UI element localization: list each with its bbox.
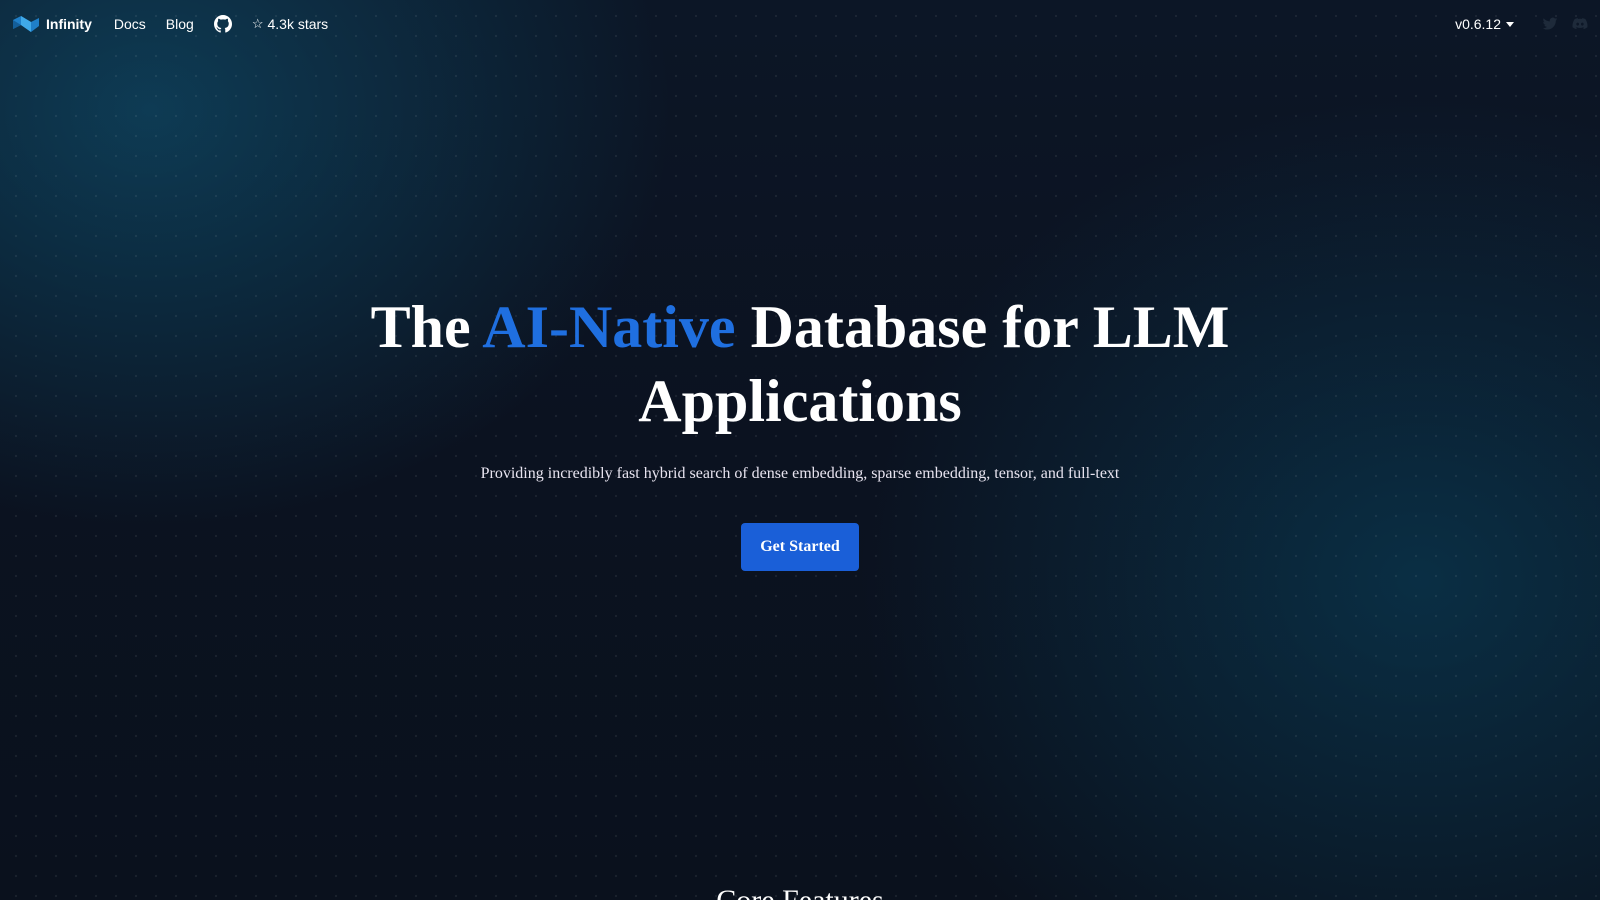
hero-title-accent: AI-Native [482, 294, 736, 360]
navbar: Infinity Docs Blog ☆ 4.3k stars v0.6.12 [0, 0, 1600, 48]
nav-link-blog[interactable]: Blog [166, 16, 194, 32]
version-dropdown[interactable]: v0.6.12 [1455, 16, 1514, 32]
chevron-down-icon [1506, 21, 1514, 27]
brand-name: Infinity [46, 16, 92, 32]
github-icon[interactable] [213, 15, 232, 33]
navbar-left: Infinity Docs Blog ☆ 4.3k stars [12, 14, 328, 34]
star-icon: ☆ [251, 16, 264, 31]
core-features-heading: Core Features [0, 884, 1600, 900]
infinity-logo-icon [13, 16, 39, 32]
twitter-icon[interactable] [1542, 16, 1558, 32]
navbar-right: v0.6.12 [1455, 16, 1588, 32]
brand-link[interactable]: Infinity [12, 14, 92, 34]
hero-title-prefix: The [370, 294, 483, 360]
github-stars-link[interactable]: ☆ 4.3k stars [252, 16, 328, 32]
hero-title: The AI-Native Database for LLM Applicati… [350, 290, 1250, 438]
get-started-button[interactable]: Get Started [741, 523, 859, 571]
version-label: v0.6.12 [1455, 16, 1501, 32]
github-stars-count: 4.3k stars [267, 16, 329, 32]
discord-icon[interactable] [1572, 16, 1588, 32]
nav-link-docs[interactable]: Docs [114, 16, 146, 32]
hero-subtitle: Providing incredibly fast hybrid search … [480, 465, 1120, 482]
hero-section: The AI-Native Database for LLM Applicati… [0, 290, 1600, 571]
